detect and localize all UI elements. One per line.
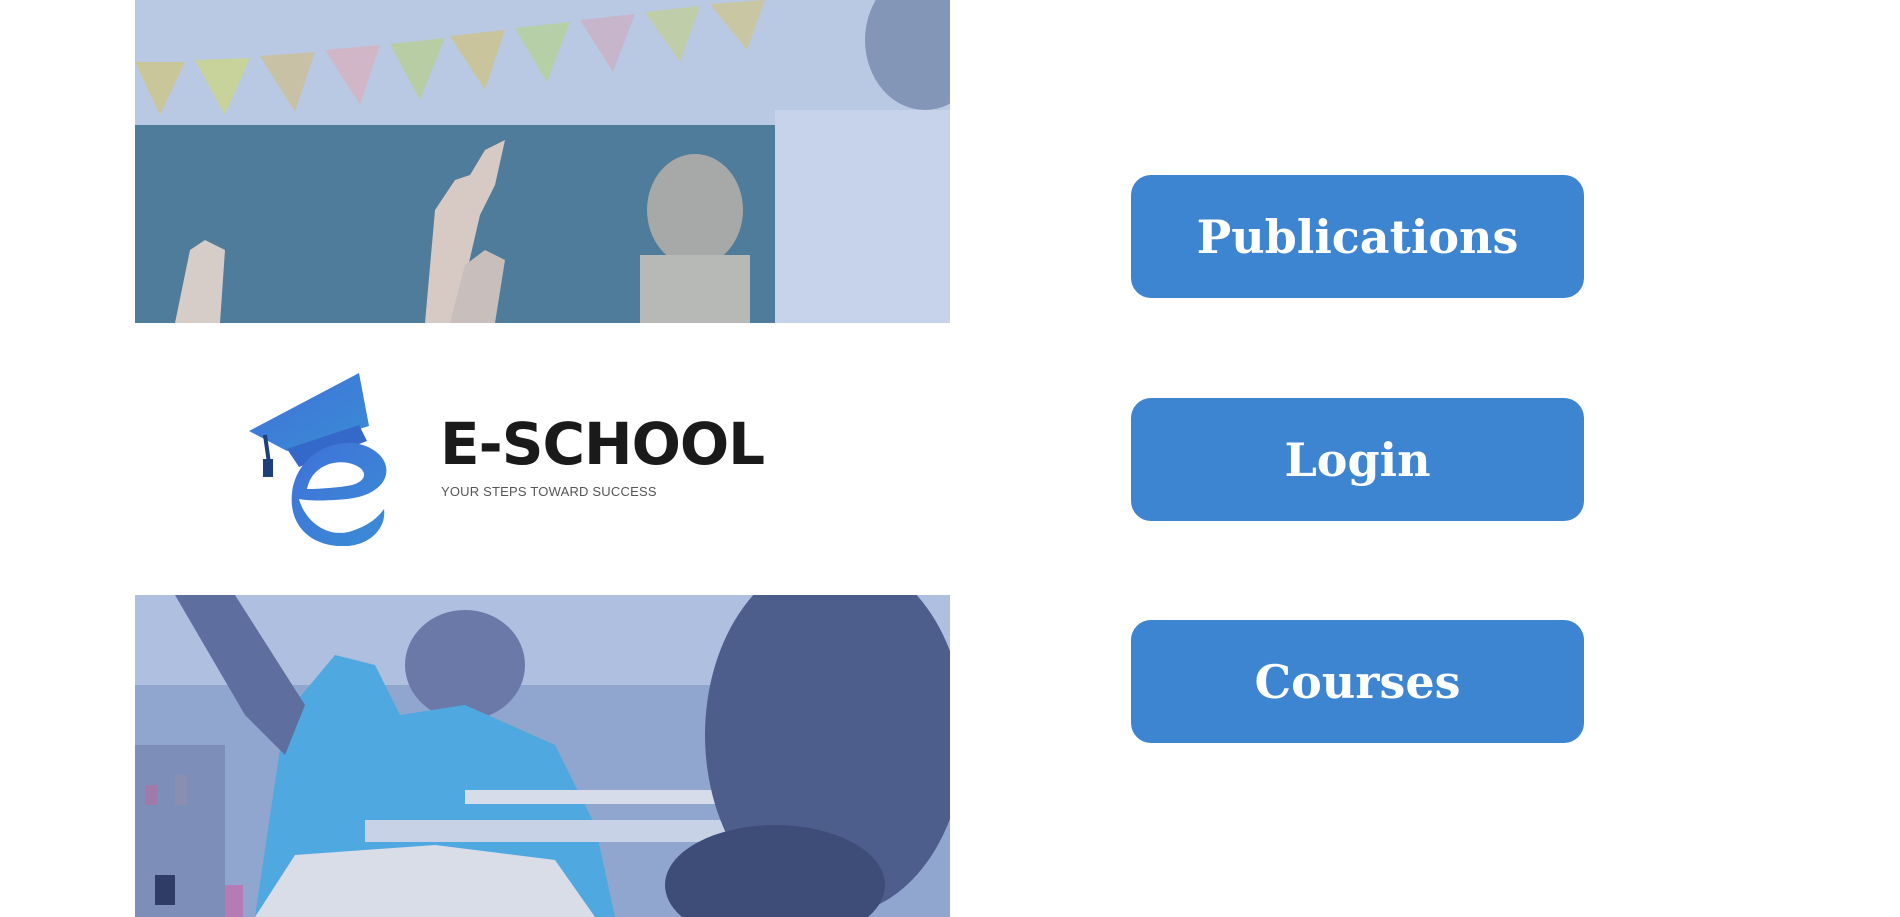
brand-logo: E-SCHOOL YOUR STEPS TOWARD SUCCESS <box>135 323 950 595</box>
graduation-cap-e-icon <box>247 371 412 546</box>
classroom-photo-top <box>135 0 950 323</box>
courses-button[interactable]: Courses <box>1131 620 1584 743</box>
brand-name: E-SCHOOL <box>440 410 765 478</box>
page: E-SCHOOL YOUR STEPS TOWARD SUCCESS Publi… <box>0 0 1900 917</box>
hero-column: E-SCHOOL YOUR STEPS TOWARD SUCCESS <box>135 0 950 917</box>
login-button-label: Login <box>1284 432 1431 487</box>
login-button[interactable]: Login <box>1131 398 1584 521</box>
classroom-photo-bottom-image <box>135 595 950 917</box>
publications-button[interactable]: Publications <box>1131 175 1584 298</box>
publications-button-label: Publications <box>1196 209 1519 264</box>
brand-tagline: YOUR STEPS TOWARD SUCCESS <box>441 484 657 499</box>
courses-button-label: Courses <box>1254 654 1461 709</box>
classroom-photo-top-image <box>135 0 950 323</box>
classroom-photo-bottom <box>135 595 950 917</box>
